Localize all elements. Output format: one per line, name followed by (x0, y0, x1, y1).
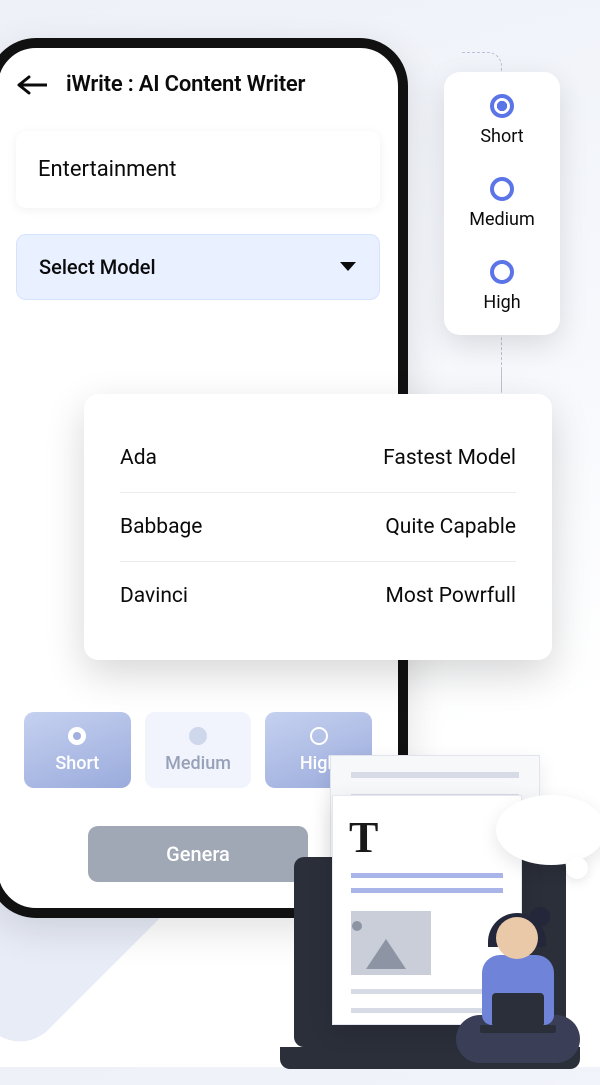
select-model-label: Select Model (39, 255, 156, 279)
radio-dot-icon (189, 727, 207, 745)
length-chip-label: Short (55, 753, 99, 774)
radio-dot-icon (310, 727, 328, 745)
length-chip-label: Medium (165, 753, 231, 774)
model-option-babbage[interactable]: Babbage Quite Capable (120, 493, 516, 562)
person-icon (438, 897, 588, 1077)
illustration: T (260, 745, 600, 1085)
model-name: Babbage (120, 515, 202, 539)
side-radio-short[interactable]: Short (480, 94, 523, 147)
model-name: Ada (120, 446, 157, 470)
radio-dot-icon (68, 727, 86, 745)
model-desc: Most Powrfull (386, 584, 516, 608)
model-option-davinci[interactable]: Davinci Most Powrfull (120, 562, 516, 630)
length-side-panel: Short Medium High (444, 72, 560, 335)
radio-icon (490, 177, 514, 201)
select-model-dropdown[interactable]: Select Model (16, 234, 380, 300)
length-chip-medium[interactable]: Medium (145, 712, 252, 788)
side-radio-medium[interactable]: Medium (469, 177, 535, 230)
side-radio-high[interactable]: High (483, 260, 520, 313)
length-chip-short[interactable]: Short (24, 712, 131, 788)
side-radio-label: Medium (469, 209, 535, 230)
side-radio-label: High (483, 292, 520, 313)
topic-value: Entertainment (38, 157, 176, 182)
model-desc: Fastest Model (383, 446, 516, 470)
app-title: iWrite : AI Content Writer (66, 72, 305, 97)
generate-label: Genera (166, 842, 230, 866)
thought-bubble-icon (496, 795, 600, 865)
back-arrow-icon[interactable] (16, 73, 48, 97)
radio-icon (490, 94, 514, 118)
header-bar: iWrite : AI Content Writer (16, 72, 380, 97)
model-option-ada[interactable]: Ada Fastest Model (120, 424, 516, 493)
side-radio-label: Short (480, 126, 523, 147)
model-desc: Quite Capable (385, 515, 516, 539)
topic-field[interactable]: Entertainment (16, 131, 380, 208)
chevron-down-icon (339, 261, 357, 273)
model-popover: Ada Fastest Model Babbage Quite Capable … (84, 394, 552, 660)
radio-icon (490, 260, 514, 284)
model-name: Davinci (120, 584, 188, 608)
